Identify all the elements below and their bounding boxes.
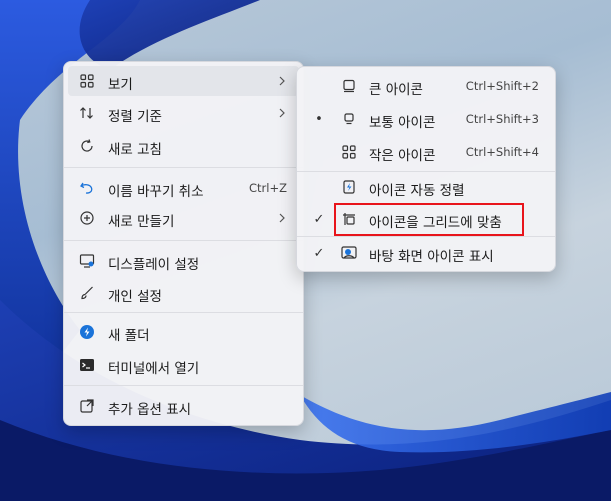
menu-item-display-settings[interactable]: 디스플레이 설정 bbox=[68, 246, 299, 276]
annotation-highlight-box bbox=[334, 203, 524, 236]
brush-icon bbox=[79, 285, 95, 301]
terminal-icon bbox=[79, 357, 95, 373]
selection-mark bbox=[311, 144, 327, 160]
undo-icon bbox=[79, 180, 95, 196]
menu-item-view[interactable]: 보기 bbox=[68, 66, 299, 96]
menu-item-label: 작은 아이콘 bbox=[369, 148, 436, 164]
view-grid-icon bbox=[79, 73, 95, 89]
selection-mark bbox=[311, 179, 327, 195]
menu-item-refresh[interactable]: 새로 고침 bbox=[68, 131, 299, 161]
shortcut-text: Ctrl+Shift+3 bbox=[465, 112, 539, 126]
checkmark-icon: ✓ bbox=[313, 245, 325, 261]
menu-separator bbox=[64, 385, 303, 386]
shortcut-text: Ctrl+Z bbox=[249, 181, 287, 195]
new-folder-icon bbox=[79, 324, 95, 340]
chevron-right-icon bbox=[277, 211, 287, 225]
submenu-item-auto-arrange[interactable]: 아이콘 자동 정렬 bbox=[301, 172, 551, 202]
menu-item-label: 개인 설정 bbox=[108, 289, 162, 305]
menu-item-label: 보기 bbox=[108, 77, 133, 93]
menu-item-new-folder[interactable]: 새 폴더 bbox=[68, 317, 299, 347]
shortcut-text: Ctrl+Shift+2 bbox=[465, 79, 539, 93]
menu-item-new[interactable]: 새로 만들기 bbox=[68, 203, 299, 233]
checkmark-icon: ✓ bbox=[313, 211, 325, 227]
show-desktop-icons-icon bbox=[341, 245, 357, 261]
menu-item-label: 새로 만들기 bbox=[108, 214, 175, 230]
menu-item-label: 새로 고침 bbox=[108, 142, 162, 158]
menu-item-label: 터미널에서 열기 bbox=[108, 361, 200, 377]
chevron-right-icon bbox=[277, 74, 287, 88]
menu-separator bbox=[297, 236, 555, 237]
menu-item-personalize[interactable]: 개인 설정 bbox=[68, 278, 299, 308]
menu-item-label: 바탕 화면 아이콘 표시 bbox=[369, 249, 494, 265]
menu-item-sort-by[interactable]: 정렬 기준 bbox=[68, 98, 299, 128]
menu-item-label: 보통 아이콘 bbox=[369, 115, 436, 131]
chevron-right-icon bbox=[277, 106, 287, 120]
menu-item-label: 아이콘 자동 정렬 bbox=[369, 183, 465, 199]
refresh-icon bbox=[79, 138, 95, 154]
submenu-item-large-icons[interactable]: 큰 아이콘 Ctrl+Shift+2 bbox=[301, 71, 551, 101]
sort-arrows-icon bbox=[79, 105, 95, 121]
desktop-context-menu: 보기 정렬 기준 새로 고침 이름 바꾸기 취소 Ctrl+Z 새로 만들기 디… bbox=[63, 61, 304, 426]
menu-item-label: 정렬 기준 bbox=[108, 109, 162, 125]
menu-item-label: 디스플레이 설정 bbox=[108, 257, 200, 273]
menu-item-label: 이름 바꾸기 취소 bbox=[108, 184, 204, 200]
auto-arrange-icon bbox=[341, 179, 357, 195]
menu-separator bbox=[64, 312, 303, 313]
submenu-item-show-desktop-icons[interactable]: ✓ 바탕 화면 아이콘 표시 bbox=[301, 238, 551, 268]
menu-item-open-terminal[interactable]: 터미널에서 열기 bbox=[68, 350, 299, 380]
menu-separator bbox=[64, 240, 303, 241]
menu-item-more-options[interactable]: 추가 옵션 표시 bbox=[68, 391, 299, 421]
selection-mark bbox=[311, 78, 327, 94]
submenu-item-small-icons[interactable]: 작은 아이콘 Ctrl+Shift+4 bbox=[301, 137, 551, 167]
large-icons-icon bbox=[341, 78, 357, 94]
menu-item-undo-rename[interactable]: 이름 바꾸기 취소 Ctrl+Z bbox=[68, 173, 299, 203]
open-external-icon bbox=[79, 398, 95, 414]
selection-mark: • bbox=[315, 111, 323, 127]
small-icons-icon bbox=[341, 144, 357, 160]
add-circle-icon bbox=[79, 210, 95, 226]
menu-separator bbox=[64, 167, 303, 168]
menu-item-label: 새 폴더 bbox=[108, 328, 150, 344]
menu-item-label: 큰 아이콘 bbox=[369, 82, 423, 98]
view-submenu: 큰 아이콘 Ctrl+Shift+2 • 보통 아이콘 Ctrl+Shift+3… bbox=[296, 66, 556, 272]
menu-item-label: 추가 옵션 표시 bbox=[108, 402, 192, 418]
monitor-settings-icon bbox=[79, 253, 95, 269]
submenu-item-medium-icons[interactable]: • 보통 아이콘 Ctrl+Shift+3 bbox=[301, 104, 551, 134]
medium-icons-icon bbox=[341, 111, 357, 127]
shortcut-text: Ctrl+Shift+4 bbox=[465, 145, 539, 159]
